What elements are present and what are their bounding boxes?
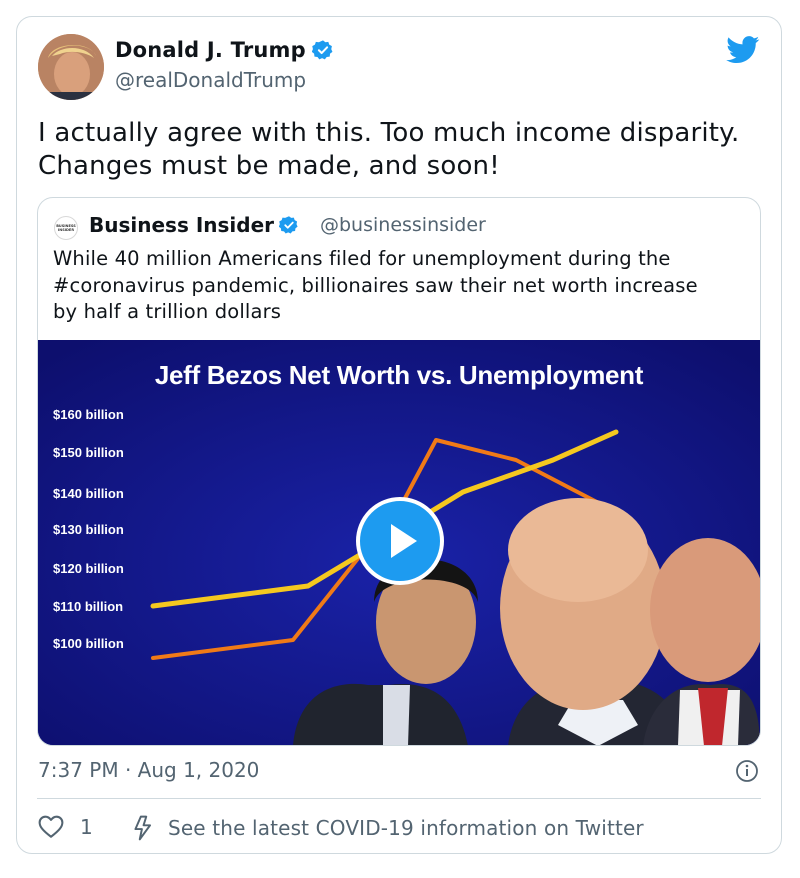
author-name[interactable]: Donald J. Trump: [115, 38, 334, 62]
tweet-text: I actually agree with this. Too much inc…: [38, 117, 768, 183]
quoted-author-name-label: Business Insider: [89, 213, 274, 237]
tweet-text-line: Changes must be made, and soon!: [38, 151, 500, 181]
covid-info-text: See the latest COVID-19 information on T…: [168, 816, 644, 840]
y-tick-label: $110 billion: [53, 599, 124, 614]
play-button[interactable]: [356, 497, 444, 585]
covid-info-link[interactable]: See the latest COVID-19 information on T…: [132, 815, 644, 841]
twitter-bird-icon[interactable]: [726, 36, 760, 64]
y-tick-label: $120 billion: [53, 561, 124, 576]
tweet-timestamp[interactable]: 7:37 PM · Aug 1, 2020: [38, 758, 259, 782]
y-tick-label: $100 billion: [53, 636, 124, 651]
verified-badge-icon: [279, 216, 298, 234]
business-insider-logo: BUSINESS INSIDER: [54, 216, 78, 240]
y-tick-label: $130 billion: [53, 522, 124, 537]
quoted-text-line: #coronavirus pandemic, billionaires saw …: [53, 273, 698, 297]
info-icon[interactable]: [735, 759, 759, 783]
author-name-label: Donald J. Trump: [115, 38, 306, 62]
quoted-text-line: While 40 million Americans filed for une…: [53, 247, 671, 270]
quoted-author-name[interactable]: Business Insider: [89, 213, 299, 237]
y-tick-label: $150 billion: [53, 445, 124, 460]
author-handle[interactable]: @realDonaldTrump: [115, 68, 306, 92]
y-tick-label: $160 billion: [53, 407, 124, 422]
thumbnail-title: Jeff Bezos Net Worth vs. Unemployment: [154, 360, 644, 390]
tweet-text-line: I actually agree with this. Too much inc…: [38, 118, 740, 148]
lightning-icon: [134, 815, 152, 841]
person-right: [643, 538, 760, 745]
quoted-author-handle[interactable]: @businessinsider: [320, 214, 486, 236]
author-avatar[interactable]: [38, 34, 104, 100]
heart-icon: [38, 815, 64, 838]
like-count: 1: [80, 815, 93, 839]
video-thumbnail[interactable]: Jeff Bezos Net Worth vs. Unemployment $1…: [38, 340, 760, 745]
quoted-text-line: by half a trillion dollars: [53, 300, 282, 323]
play-icon: [391, 524, 417, 558]
y-tick-label: $140 billion: [53, 486, 124, 501]
logo-text: INSIDER: [57, 228, 75, 232]
like-button[interactable]: 1: [38, 815, 93, 839]
verified-badge-icon: [311, 40, 333, 60]
divider: [37, 798, 761, 799]
quoted-tweet[interactable]: BUSINESS INSIDER Business Insider @busin…: [37, 197, 761, 746]
quoted-tweet-text: While 40 million Americans filed for une…: [53, 246, 753, 326]
